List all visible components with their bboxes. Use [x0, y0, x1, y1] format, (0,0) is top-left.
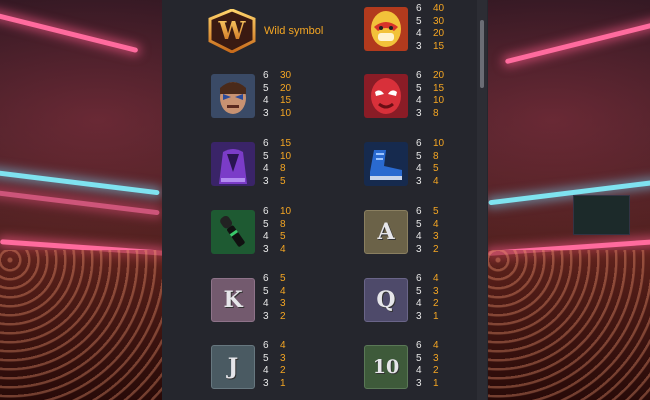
purple-robe-icon: [211, 142, 255, 186]
wild-symbol-icon: W: [208, 8, 256, 54]
paytable-panel: [162, 0, 488, 400]
red-mask-wrestler-icon: [364, 74, 408, 118]
scrollbar[interactable]: [477, 0, 487, 400]
letter-k-symbol-icon: K: [211, 278, 255, 322]
paytable-blue-boots: 6 10 58 45 34: [416, 138, 445, 187]
paytable-wrestler-yellow-mask: 6 40 5 30 4 20 3 15: [416, 3, 445, 52]
paytable-letter-a: 65 54 43 32: [416, 206, 439, 255]
paytable-letter-q: 64 53 42 31: [416, 273, 439, 322]
paytable-purple-robe: 6 15 5 10 48 35: [263, 138, 292, 187]
paytable-letter-j: 64 53 42 31: [263, 340, 286, 389]
paytable-wrestler-red-mask: 6 20 5 15 4 10 38: [416, 70, 445, 119]
paytable-letter-k: 65 54 43 32: [263, 273, 286, 322]
number-10-symbol-icon: 10: [364, 345, 408, 389]
paytable-number-10: 64 53 42 31: [416, 340, 439, 389]
paytable-wrestler-face-paint: 6 30 5 20 4 15 3 10: [263, 70, 292, 119]
letter-j-symbol-icon: J: [211, 345, 255, 389]
paytable-microphone: 6 10 58 45 34: [263, 206, 292, 255]
wild-symbol-label: Wild symbol: [264, 25, 324, 37]
arena-left: [0, 0, 162, 400]
letter-a-symbol-icon: A: [364, 210, 408, 254]
yellow-mask-wrestler-icon: [364, 7, 408, 51]
blue-boots-icon: [364, 142, 408, 186]
svg-text:W: W: [218, 16, 247, 45]
face-paint-wrestler-icon: [211, 74, 255, 118]
arena-right: [488, 0, 650, 400]
scroll-thumb[interactable]: [480, 20, 484, 88]
letter-q-symbol-icon: Q: [364, 278, 408, 322]
microphone-icon: [211, 210, 255, 254]
